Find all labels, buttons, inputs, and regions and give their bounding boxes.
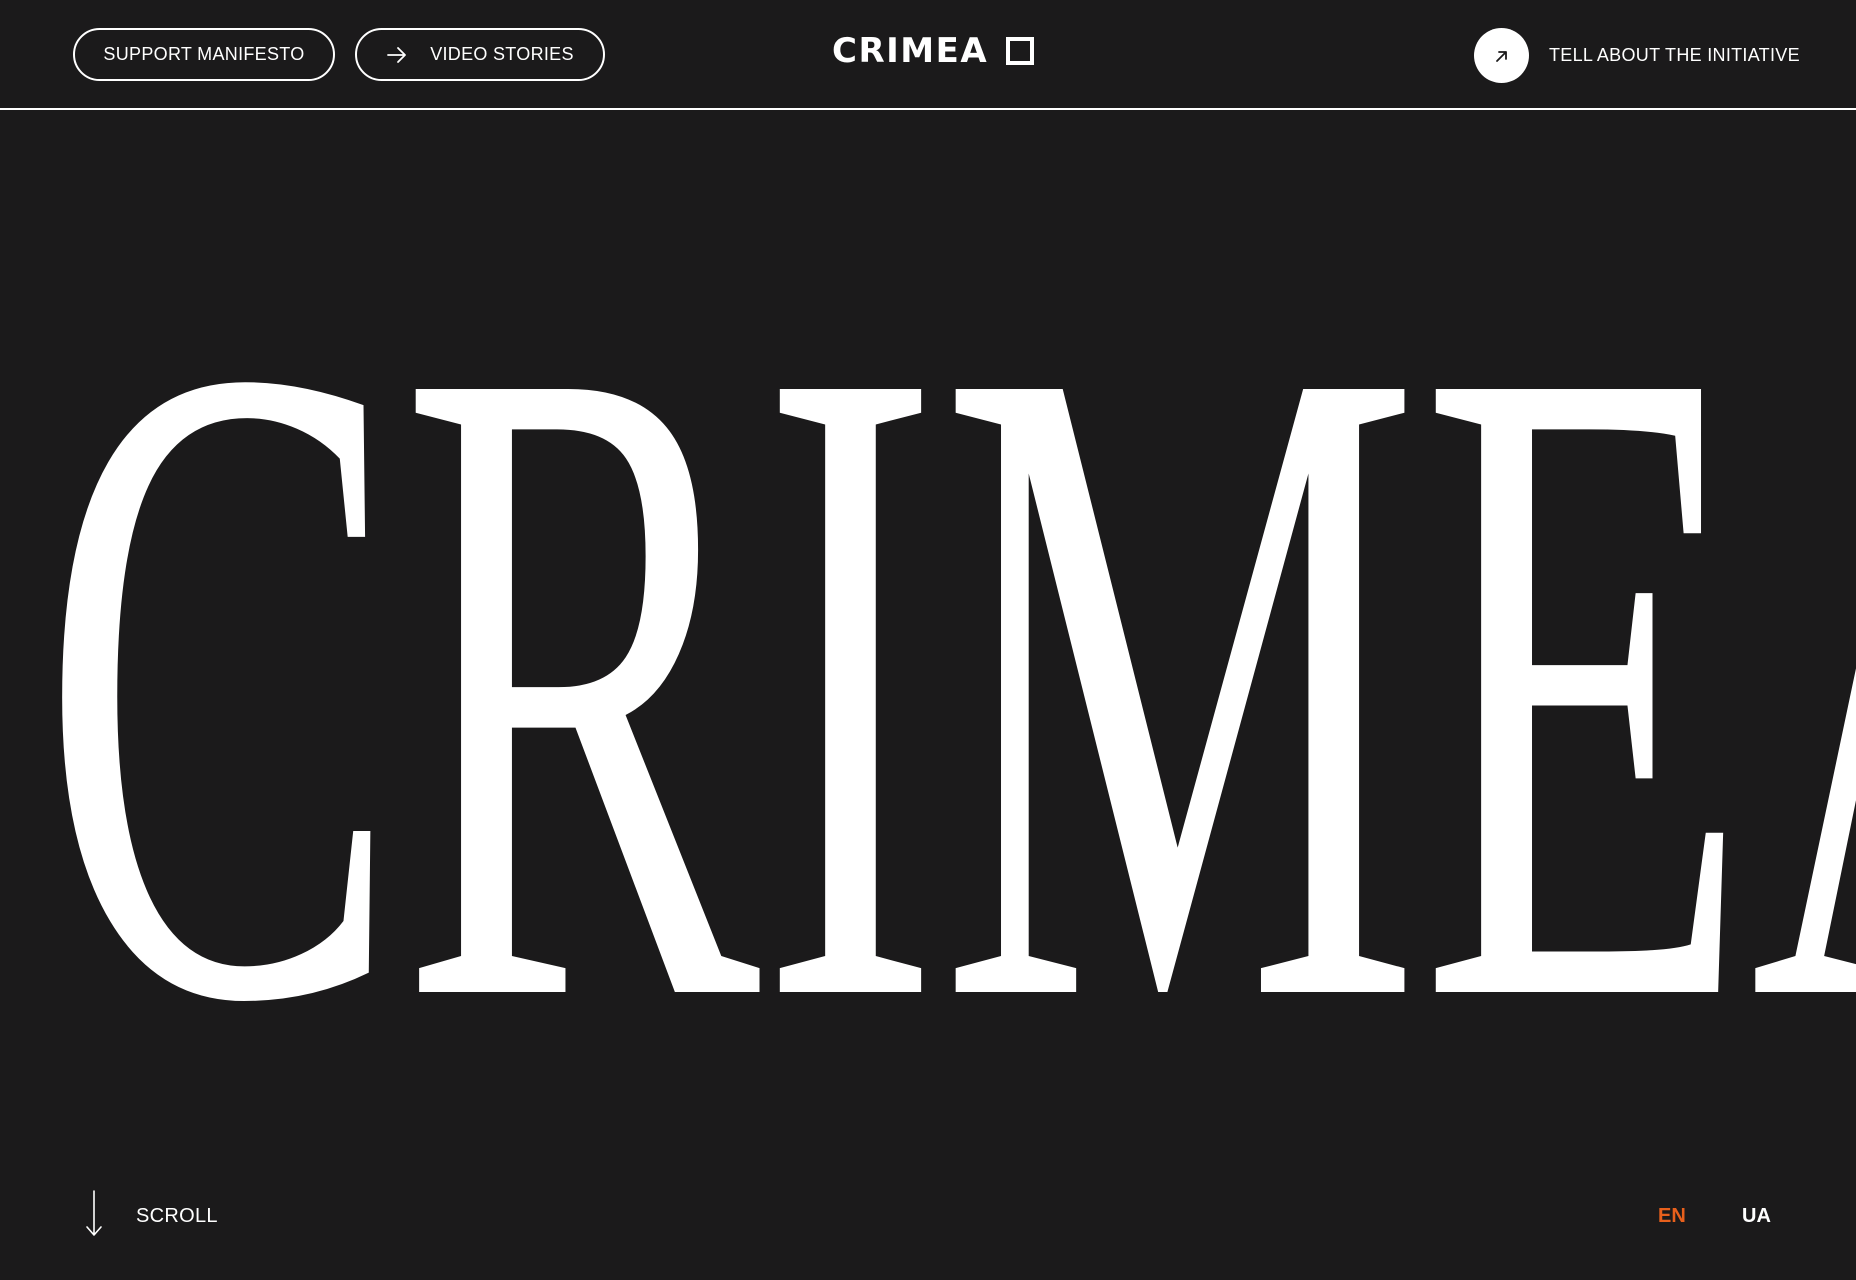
tell-about-initiative-label: TELL ABOUT THE INITIATIVE — [1549, 45, 1800, 65]
support-manifesto-label: SUPPORT MANIFESTO — [103, 44, 305, 64]
language-ua-link[interactable]: UA — [1742, 1205, 1771, 1228]
hero-wordmark: CRIMEA — [40, 172, 1856, 1162]
arrow-up-right-icon — [1474, 28, 1529, 83]
arrow-down-icon — [84, 1189, 104, 1244]
arrow-right-icon — [386, 44, 408, 66]
header-divider — [0, 108, 1856, 110]
video-stories-label: VIDEO STORIES — [430, 44, 574, 64]
language-en-link[interactable]: EN — [1658, 1205, 1686, 1228]
brand-logo[interactable]: CRIMEA — [832, 26, 1035, 76]
square-outline-icon — [1006, 37, 1035, 65]
brand-name: CRIMEA — [832, 31, 989, 71]
hero-word: CRIMEA — [40, 172, 1856, 1162]
scroll-label: SCROLL — [136, 1204, 218, 1227]
scroll-indicator[interactable]: SCROLL — [84, 1189, 218, 1244]
tell-about-initiative-button[interactable]: TELL ABOUT THE INITIATIVE — [1474, 28, 1800, 83]
site-header: SUPPORT MANIFESTO VIDEO STORIES CRIMEA T… — [0, 0, 1856, 110]
video-stories-button[interactable]: VIDEO STORIES — [355, 28, 605, 81]
support-manifesto-button[interactable]: SUPPORT MANIFESTO — [73, 28, 335, 81]
